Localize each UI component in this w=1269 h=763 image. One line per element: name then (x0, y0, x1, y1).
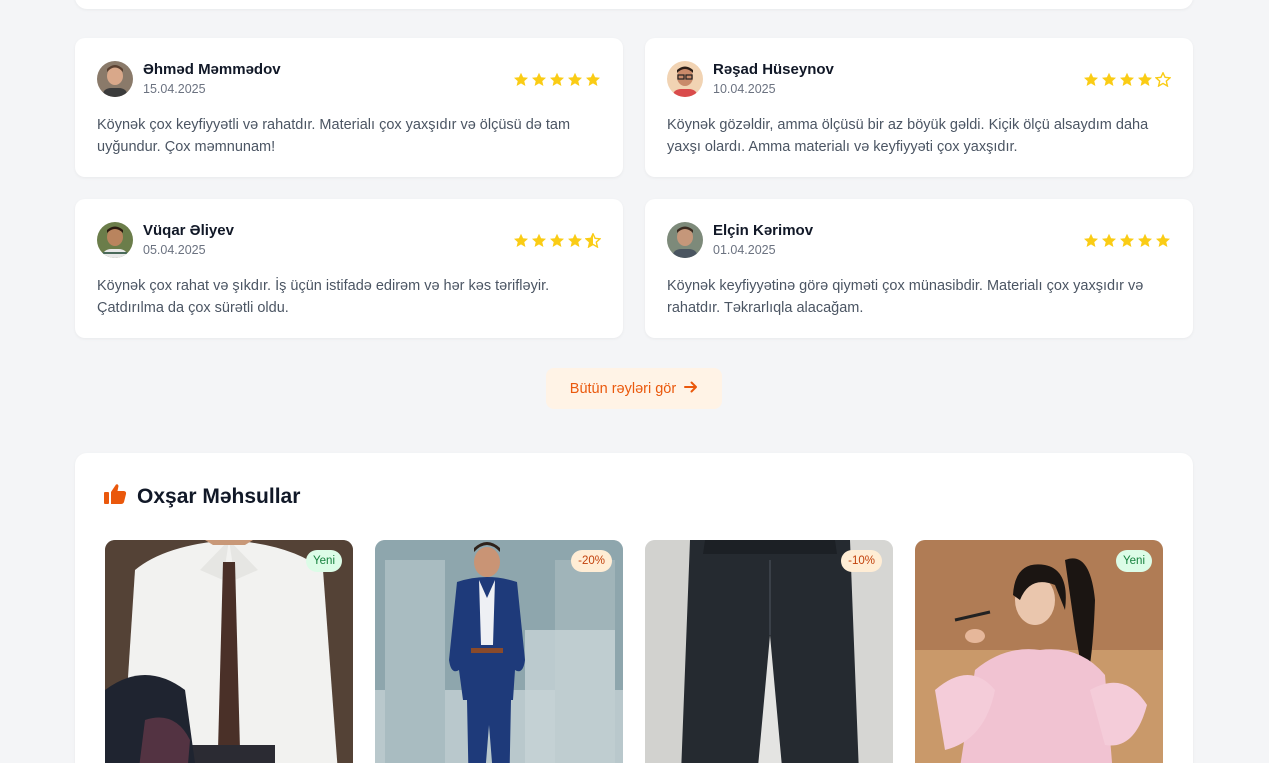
review-date: 01.04.2025 (713, 243, 776, 257)
product-card[interactable]: Yeni (915, 540, 1163, 763)
product-badge: -20% (571, 550, 612, 572)
star-filled-icon (549, 233, 565, 248)
section-title: Oxşar Məhsullar (137, 484, 301, 508)
reviewer-name: Rəşad Hüseynov (713, 61, 834, 78)
review-text: Köynək çox keyfiyyətli və rahatdır. Mate… (97, 117, 571, 155)
product-image (105, 540, 353, 763)
star-filled-icon (1101, 72, 1117, 87)
star-filled-icon (513, 72, 529, 87)
review-date: 10.04.2025 (713, 82, 776, 96)
review-text: Köynək keyfiyyətinə görə qiyməti çox mün… (667, 278, 1144, 316)
product-image (915, 540, 1163, 763)
star-filled-icon (1119, 233, 1135, 248)
star-filled-icon (585, 72, 601, 87)
rating-stars (513, 72, 601, 87)
review-header: Elçin Kərimov 01.04.2025 (667, 221, 1171, 259)
avatar (97, 61, 133, 97)
review-card: Rəşad Hüseynov 10.04.2025 Köynək gözəldi… (645, 38, 1193, 177)
product-badge: -10% (841, 550, 882, 572)
reviewer-name: Elçin Kərimov (713, 222, 814, 239)
star-filled-icon (513, 233, 529, 248)
section-heading: Oxşar Məhsullar (103, 483, 300, 510)
review-header: Rəşad Hüseynov 10.04.2025 (667, 60, 1171, 98)
star-filled-icon (1083, 233, 1099, 248)
star-filled-icon (1137, 72, 1153, 87)
all-reviews-button[interactable]: Bütün rəyləri gör (546, 368, 722, 409)
product-badge: Yeni (1116, 550, 1152, 572)
similar-products-section: Oxşar Məhsullar Yeni -20% -10% Yeni (75, 453, 1193, 763)
rating-stars (1083, 233, 1171, 248)
star-filled-icon (567, 233, 583, 248)
review-date: 05.04.2025 (143, 243, 206, 257)
review-card: Əhməd Məmmədov 15.04.2025 Köynək çox key… (75, 38, 623, 177)
product-image (645, 540, 893, 763)
product-card[interactable]: Yeni (105, 540, 353, 763)
review-card: Elçin Kərimov 01.04.2025 Köynək keyfiyyə… (645, 199, 1193, 338)
arrow-right-icon (684, 381, 698, 397)
product-image (375, 540, 623, 763)
star-filled-icon (567, 72, 583, 87)
rating-stars (1083, 72, 1171, 87)
reviewer-name: Əhməd Məmmədov (143, 61, 281, 78)
star-filled-icon (1155, 233, 1171, 248)
product-badge: Yeni (306, 550, 342, 572)
star-empty-icon (1155, 72, 1171, 87)
star-filled-icon (1119, 72, 1135, 87)
product-card[interactable]: -20% (375, 540, 623, 763)
star-filled-icon (549, 72, 565, 87)
star-filled-icon (531, 72, 547, 87)
star-filled-icon (1101, 233, 1117, 248)
rating-stars (513, 233, 601, 248)
review-header: Əhməd Məmmədov 15.04.2025 (97, 60, 601, 98)
star-filled-icon (531, 233, 547, 248)
reviewer-name: Vüqar Əliyev (143, 222, 234, 239)
star-filled-icon (1137, 233, 1153, 248)
avatar (97, 222, 133, 258)
review-date: 15.04.2025 (143, 82, 206, 96)
review-card: Vüqar Əliyev 05.04.2025 Köynək çox rahat… (75, 199, 623, 338)
review-header: Vüqar Əliyev 05.04.2025 (97, 221, 601, 259)
product-card[interactable]: -10% (645, 540, 893, 763)
avatar (667, 61, 703, 97)
review-text: Köynək çox rahat və şıkdır. İş üçün isti… (97, 278, 550, 316)
all-reviews-label: Bütün rəyləri gör (569, 380, 677, 397)
thumbs-up-icon (103, 483, 127, 510)
review-text: Köynək gözəldir, amma ölçüsü bir az böyü… (667, 117, 1149, 155)
avatar (667, 222, 703, 258)
star-filled-icon (1083, 72, 1099, 87)
star-half-icon (585, 233, 601, 248)
previous-section-card (75, 0, 1193, 9)
